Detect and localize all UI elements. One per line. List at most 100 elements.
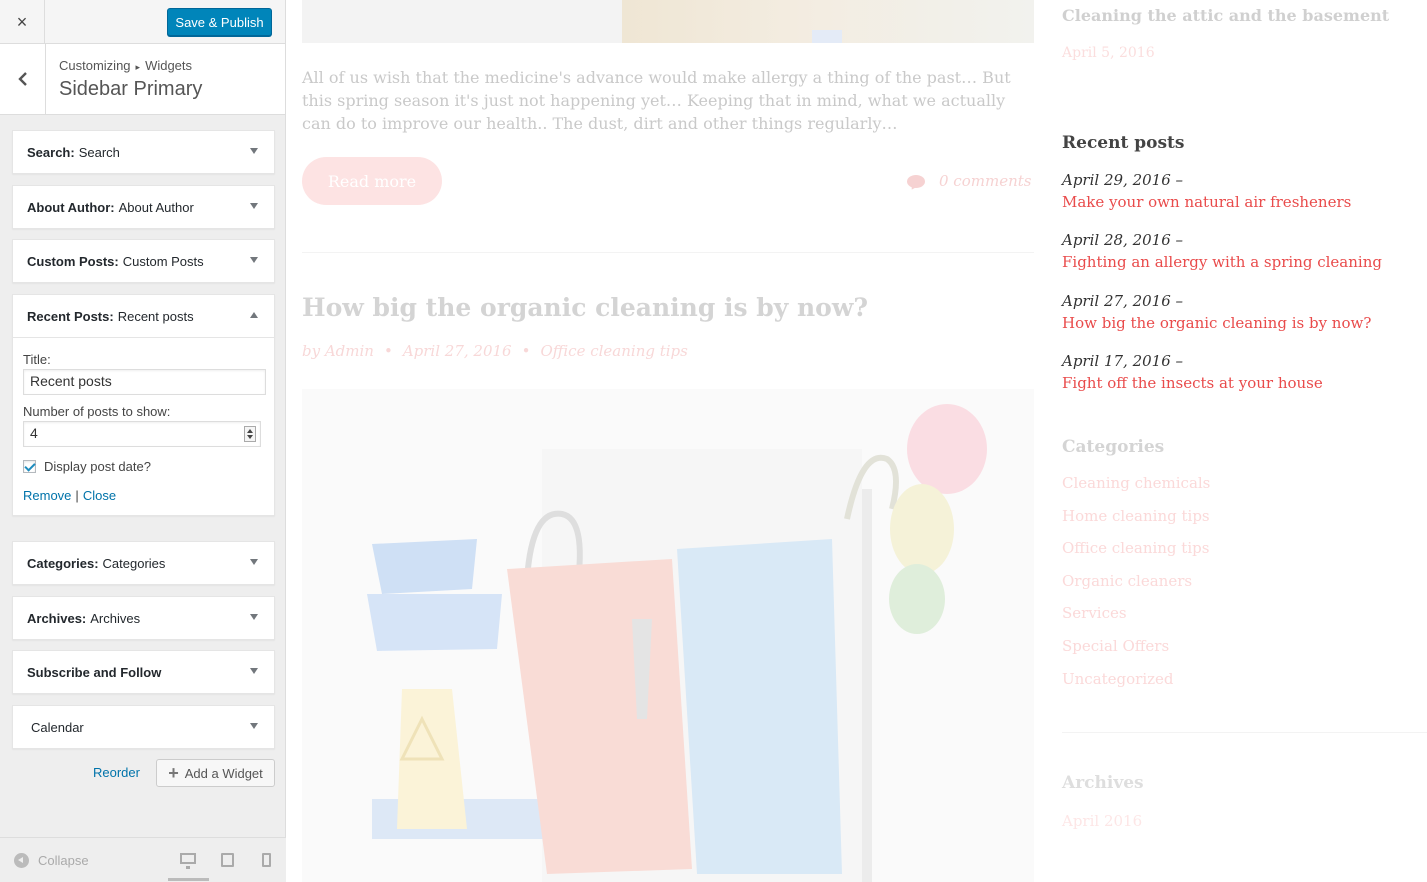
- recent-post-link[interactable]: Fight off the insects at your house: [1062, 374, 1323, 392]
- customizer-panel: × Save & Publish Customizing ▸ Widgets Sid…: [0, 0, 286, 882]
- caret-down-icon[interactable]: [250, 668, 258, 674]
- archives-heading: Archives: [1062, 773, 1144, 793]
- post-count-stepper[interactable]: 4: [23, 421, 261, 447]
- divider: [1062, 732, 1427, 733]
- category-link[interactable]: Special Offers: [1062, 637, 1210, 670]
- save-publish-button[interactable]: Save & Publish: [167, 8, 272, 36]
- comments-link[interactable]: 0 comments: [907, 172, 1031, 190]
- title-label: Title:: [23, 352, 51, 367]
- breadcrumb-separator: ▸: [135, 62, 141, 72]
- meta-separator: •: [521, 342, 531, 360]
- widget-calendar[interactable]: Calendar: [12, 705, 275, 749]
- recent-post-link[interactable]: Fighting an allergy with a spring cleani…: [1062, 253, 1382, 271]
- previous-post-title[interactable]: Cleaning the attic and the basement: [1062, 6, 1389, 25]
- add-widget-label: Add a Widget: [184, 765, 263, 781]
- collapse-button[interactable]: Collapse: [14, 853, 89, 868]
- recent-post-item: April 17, 2016 – Fight off the insects at…: [1062, 352, 1323, 392]
- customizer-header: × Save & Publish: [0, 0, 285, 44]
- spinner-arrows-icon[interactable]: [244, 426, 256, 442]
- widget-title: Categories: [102, 555, 166, 571]
- title-input[interactable]: Recent posts: [23, 369, 266, 395]
- recent-post-date: April 29, 2016 –: [1062, 171, 1184, 189]
- archive-link[interactable]: April 2016: [1062, 812, 1142, 830]
- widget-form: Title: Recent posts Number of posts to s…: [13, 337, 274, 515]
- post-author[interactable]: by Admin: [302, 342, 374, 360]
- category-link[interactable]: Organic cleaners: [1062, 572, 1210, 605]
- recent-post-link[interactable]: Make your own natural air fresheners: [1062, 193, 1351, 211]
- post-category[interactable]: Office cleaning tips: [540, 342, 687, 360]
- widget-about-author[interactable]: About Author: About Author: [12, 185, 275, 229]
- remove-link[interactable]: Remove: [23, 488, 71, 503]
- caret-down-icon[interactable]: [250, 614, 258, 620]
- read-more-button[interactable]: Read more: [302, 157, 442, 205]
- site-preview: All of us wish that the medicine's advan…: [287, 0, 1427, 882]
- recent-post-item: April 27, 2016 – How big the organic clea…: [1062, 292, 1371, 332]
- widget-type: Custom Posts:: [27, 253, 119, 269]
- breadcrumb-customizing: Customizing: [59, 58, 131, 73]
- category-link[interactable]: Home cleaning tips: [1062, 507, 1210, 540]
- category-link[interactable]: Cleaning chemicals: [1062, 474, 1210, 507]
- add-widget-button[interactable]: + Add a Widget: [156, 759, 275, 787]
- recent-post-date: April 17, 2016 –: [1062, 352, 1184, 370]
- caret-up-icon[interactable]: [250, 312, 258, 318]
- previous-post-date: April 5, 2016: [1062, 45, 1155, 61]
- post-title[interactable]: How big the organic cleaning is by now?: [302, 293, 868, 322]
- chevron-left-icon: [17, 72, 27, 86]
- caret-down-icon[interactable]: [250, 559, 258, 565]
- comment-bubble-icon: [907, 174, 925, 188]
- back-button[interactable]: [0, 44, 46, 114]
- featured-image: [302, 0, 1034, 43]
- widget-title: Recent posts: [117, 308, 194, 324]
- caret-down-icon[interactable]: [250, 257, 258, 263]
- display-date-checkbox[interactable]: [23, 460, 36, 473]
- category-link[interactable]: Uncategorized: [1062, 670, 1210, 703]
- widget-archives[interactable]: Archives: Archives: [12, 596, 275, 640]
- post-date[interactable]: April 27, 2016: [403, 342, 512, 360]
- recent-post-date: April 27, 2016 –: [1062, 292, 1184, 310]
- cleaning-cart-illustration: [367, 404, 987, 882]
- section-header: Customizing ▸ Widgets Sidebar Primary: [0, 44, 285, 115]
- recent-posts-heading: Recent posts: [1062, 133, 1185, 153]
- categories-heading: Categories: [1062, 437, 1165, 457]
- widget-type: Search:: [27, 144, 75, 160]
- widget-type: Archives:: [27, 610, 87, 626]
- display-date-checkbox-row[interactable]: Display post date?: [23, 459, 264, 474]
- display-date-label: Display post date?: [44, 459, 151, 474]
- close-link[interactable]: Close: [83, 488, 116, 503]
- widget-recent-posts[interactable]: Recent Posts: Recent posts Title: Recent …: [12, 294, 275, 516]
- post-excerpt: All of us wish that the medicine's advan…: [302, 68, 1011, 133]
- widget-custom-posts[interactable]: Custom Posts: Custom Posts: [12, 239, 275, 283]
- widget-categories[interactable]: Categories: Categories: [12, 541, 275, 585]
- recent-post-link[interactable]: How big the organic cleaning is by now?: [1062, 314, 1371, 332]
- divider: [302, 252, 1034, 253]
- close-icon[interactable]: ×: [0, 0, 45, 44]
- actions-separator: |: [75, 488, 79, 503]
- breadcrumb: Customizing ▸ Widgets: [59, 58, 192, 73]
- widget-title: Calendar: [31, 719, 84, 735]
- post-count-value: 4: [30, 425, 38, 441]
- collapse-label: Collapse: [38, 853, 89, 868]
- widget-title: Search: [78, 144, 120, 160]
- widget-type: Recent Posts:: [27, 308, 114, 324]
- tablet-preview-icon[interactable]: [221, 853, 234, 867]
- category-link[interactable]: Services: [1062, 604, 1210, 637]
- plus-icon: +: [168, 762, 179, 783]
- caret-down-icon[interactable]: [250, 148, 258, 154]
- mobile-preview-icon[interactable]: [262, 853, 271, 867]
- reorder-link[interactable]: Reorder: [93, 765, 140, 780]
- widget-subscribe-follow[interactable]: Subscribe and Follow: [12, 650, 275, 694]
- customizer-footer: Collapse: [0, 837, 286, 882]
- post-featured-image: [302, 389, 1034, 882]
- desktop-preview-icon[interactable]: [180, 853, 196, 869]
- widget-title: About Author: [118, 199, 194, 215]
- meta-separator: •: [383, 342, 393, 360]
- widget-search[interactable]: Search: Search: [12, 130, 275, 174]
- collapse-icon: [14, 853, 29, 868]
- caret-down-icon[interactable]: [250, 203, 258, 209]
- active-device-indicator: [168, 878, 209, 881]
- count-label: Number of posts to show:: [23, 404, 171, 419]
- category-link[interactable]: Office cleaning tips: [1062, 539, 1210, 572]
- widget-actions: Remove | Close: [23, 488, 264, 503]
- caret-down-icon[interactable]: [250, 723, 258, 729]
- widget-type: About Author:: [27, 199, 115, 215]
